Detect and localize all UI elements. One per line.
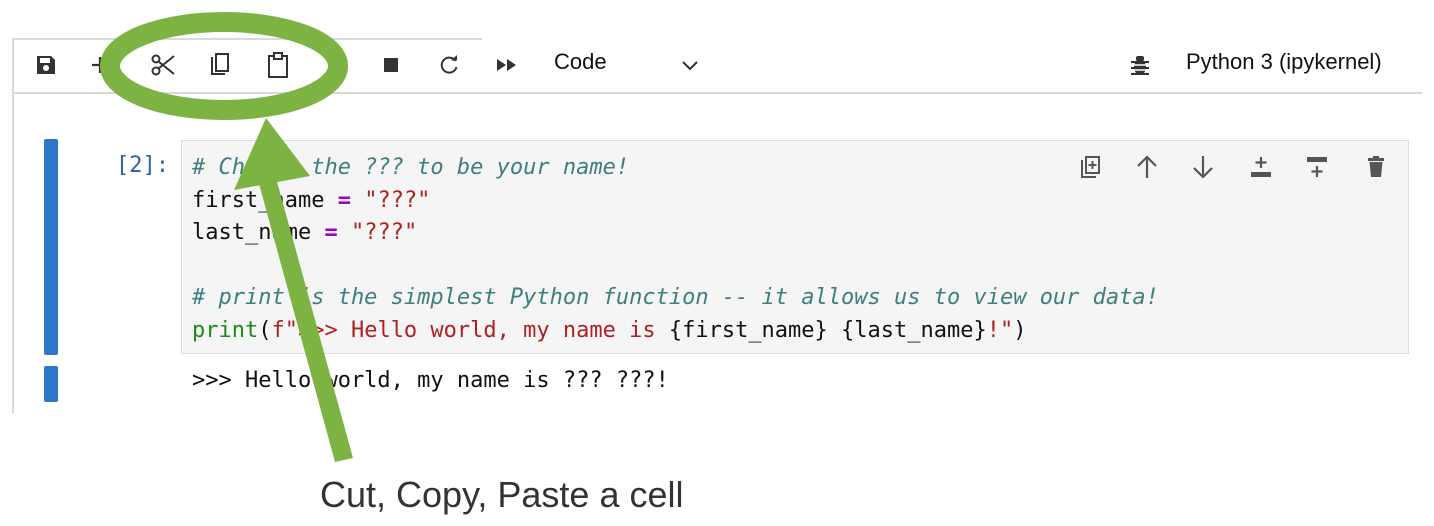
delete-icon[interactable]: [1362, 152, 1390, 182]
run-all-icon[interactable]: [492, 52, 522, 78]
toolbar-top-border: [12, 38, 482, 40]
copy-icon[interactable]: [204, 48, 236, 82]
add-icon[interactable]: [88, 50, 112, 80]
code-builtin: print: [192, 317, 259, 343]
code-string: f">>> Hello world, my name is: [271, 317, 669, 343]
move-down-icon[interactable]: [1188, 152, 1218, 182]
code-comment: # print is the simplest Python function …: [192, 285, 1159, 310]
cell-collapser[interactable]: [44, 139, 58, 355]
paste-icon[interactable]: [262, 48, 294, 82]
code-paren: (: [258, 317, 272, 343]
code-string: "???": [364, 187, 431, 213]
code-content: # Change the ??? to be your name! first_…: [192, 152, 1159, 347]
insert-below-icon[interactable]: [1302, 152, 1332, 182]
code-comment: # Change the ??? to be your name!: [192, 155, 630, 180]
cut-icon[interactable]: [146, 48, 180, 82]
code-variable: first_name: [192, 187, 325, 213]
move-up-icon[interactable]: [1132, 152, 1162, 182]
execution-count: [2]:: [116, 153, 169, 178]
cell-output: >>> Hello world, my name is ??? ???!: [192, 368, 669, 393]
toolbar-bottom-border: [12, 92, 1422, 94]
code-operator: =: [324, 220, 338, 245]
annotation-caption: Cut, Copy, Paste a cell: [320, 474, 684, 515]
chevron-down-icon[interactable]: [678, 54, 702, 78]
code-string: !": [986, 317, 1014, 343]
code-operator: =: [337, 187, 351, 213]
cell-type-select[interactable]: Code: [554, 49, 607, 75]
stop-icon[interactable]: [378, 52, 404, 78]
save-icon[interactable]: [30, 50, 62, 80]
code-paren: ): [1013, 317, 1027, 343]
insert-above-icon[interactable]: [1246, 152, 1276, 182]
restart-icon[interactable]: [434, 50, 464, 80]
code-string: "???": [350, 220, 418, 245]
code-variable: last_name: [192, 220, 312, 245]
duplicate-icon[interactable]: [1076, 152, 1104, 182]
output-collapser[interactable]: [44, 366, 58, 402]
notebook-frame-left: [12, 38, 14, 413]
code-fstring-fields: {first_name} {last_name}: [668, 317, 987, 343]
kernel-name[interactable]: Python 3 (ipykernel): [1186, 49, 1382, 75]
bug-icon[interactable]: [1126, 50, 1154, 80]
